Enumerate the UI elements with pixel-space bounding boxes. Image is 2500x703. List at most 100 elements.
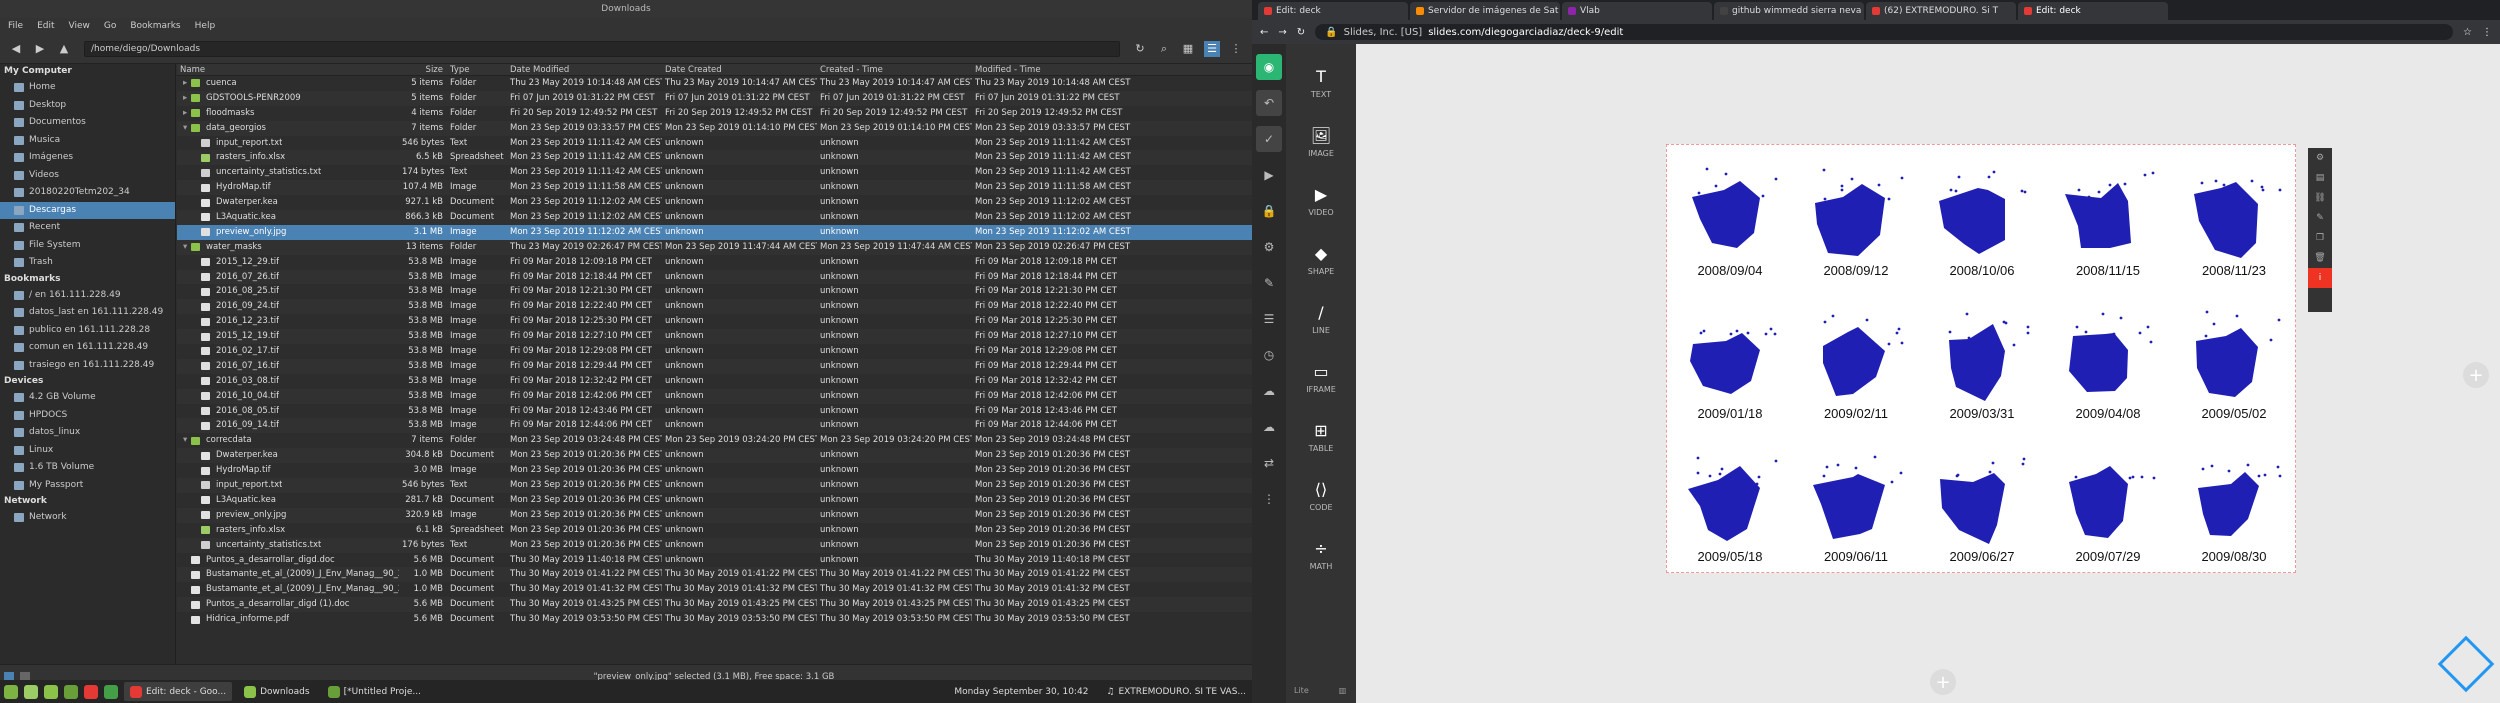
table-row[interactable]: ▾ correcdata 7 items Folder Mon 23 Sep 2019 … xyxy=(177,433,1252,448)
sidebar-item[interactable]: Imágenes xyxy=(0,149,175,167)
up-icon[interactable]: ▲ xyxy=(56,41,72,57)
table-row[interactable]: rasters_info.xlsx 6.5 kB Spreadsheet Mon 23… xyxy=(177,150,1252,166)
settings-icon[interactable]: ⚙ xyxy=(1256,234,1282,260)
settings-icon[interactable]: ⚙ xyxy=(2308,148,2332,168)
browser-tab[interactable]: Vlab xyxy=(1562,2,1712,20)
table-row[interactable]: Dwaterper.kea 304.8 kB Document Mon 23 Sep … xyxy=(177,448,1252,464)
table-row[interactable]: ▾ water_masks 13 items Folder Thu 23 May 201… xyxy=(177,239,1252,255)
style-icon[interactable]: ✎ xyxy=(1256,270,1282,296)
share-icon[interactable]: ⇄ xyxy=(1256,450,1282,476)
browser-tab[interactable]: Servidor de imágenes de Sat xyxy=(1410,2,1560,20)
table-row[interactable]: ▸ floodmasks 4 items Folder Fri 20 Sep 2019 … xyxy=(177,106,1252,121)
files-launcher-icon[interactable] xyxy=(44,684,58,699)
tool-iframe[interactable]: ▭ IFRAME xyxy=(1306,349,1336,408)
rstudio-launcher-icon[interactable] xyxy=(104,684,118,699)
column-header[interactable]: Size xyxy=(399,64,447,75)
sidebar-item[interactable]: 1.6 TB Volume xyxy=(0,459,175,477)
sidebar-item[interactable]: datos_last en 161.111.228.49 xyxy=(0,304,175,322)
sidebar-item[interactable]: / en 161.111.228.49 xyxy=(0,287,175,305)
sidebar-item[interactable]: Recent xyxy=(0,219,175,237)
sidebar-item[interactable]: comun en 161.111.228.49 xyxy=(0,339,175,357)
add-slide-down-icon[interactable]: + xyxy=(1930,669,1956,695)
table-row[interactable]: ▾ data_georgios 7 items Folder Mon 23 Sep 20… xyxy=(177,120,1252,136)
cloud-upload-icon[interactable]: ☁ xyxy=(1256,378,1282,404)
column-header[interactable]: Date Created xyxy=(662,64,817,75)
lock-icon[interactable]: 🔒 xyxy=(1256,198,1282,224)
database-icon[interactable]: ☰ xyxy=(1256,306,1282,332)
reload-icon[interactable]: ↻ xyxy=(1132,41,1148,57)
table-row[interactable]: ▸ cuenca 5 items Folder Thu 23 May 2019 10:1… xyxy=(177,76,1252,91)
table-row[interactable]: 2016_09_24.tif 53.8 MB Image Fri 09 Mar 201… xyxy=(177,299,1252,315)
table-row[interactable]: L3Aquatic.kea 866.3 kB Document Mon 23 Sep … xyxy=(177,210,1252,225)
table-row[interactable]: 2016_02_17.tif 53.8 MB Image Fri 09 Mar 201… xyxy=(177,344,1252,359)
history-icon[interactable]: ◷ xyxy=(1256,342,1282,368)
task-qgis[interactable]: [*Untitled Proje... xyxy=(322,682,427,701)
table-row[interactable]: L3Aquatic.kea 281.7 kB Document Mon 23 Sep … xyxy=(177,493,1252,508)
qgis-launcher-icon[interactable] xyxy=(64,684,78,699)
menu-view[interactable]: View xyxy=(69,18,90,34)
star-icon[interactable]: ☆ xyxy=(2463,27,2472,38)
layer-icon[interactable]: ▤ xyxy=(2308,168,2332,188)
sidebar-item[interactable]: 4.2 GB Volume xyxy=(0,389,175,407)
tool-text[interactable]: T TEXT xyxy=(1311,54,1331,113)
back-icon[interactable]: ◀ xyxy=(8,41,24,57)
table-row[interactable]: 2015_12_29.tif 53.8 MB Image Fri 09 Mar 201… xyxy=(177,255,1252,270)
task-downloads[interactable]: Downloads xyxy=(238,682,315,701)
slide[interactable]: 2008/09/04 2008/09/12 2008/10/06 2008/11/15… xyxy=(1666,144,2296,573)
table-row[interactable]: Bustamante_et_al_(2009)_J_Env_Manag__90_… xyxy=(177,567,1252,583)
show-desktop-icon[interactable] xyxy=(24,684,38,699)
sidebar-item[interactable]: Musica xyxy=(0,132,175,150)
location-bar[interactable]: /home/diego/Downloads xyxy=(84,40,1120,57)
table-row[interactable]: ▸ GDSTOOLS-PENR2009 5 items Folder Fri 07 Ju… xyxy=(177,90,1252,106)
tool-math[interactable]: ÷ MATH xyxy=(1310,526,1333,585)
table-row[interactable]: 2016_07_16.tif 53.8 MB Image Fri 09 Mar 201… xyxy=(177,358,1252,374)
duplicate-icon[interactable]: ❐ xyxy=(2308,228,2332,248)
browser-tab[interactable]: github wimmedd sierra neva xyxy=(1714,2,1864,20)
info-icon[interactable]: i xyxy=(2308,268,2332,288)
music-applet[interactable]: ♫ EXTREMODURO. SI TE VAS... xyxy=(1100,682,1252,701)
table-row[interactable]: 2016_08_25.tif 53.8 MB Image Fri 09 Mar 201… xyxy=(177,284,1252,299)
tool-line[interactable]: / LINE xyxy=(1312,290,1330,349)
menu-help[interactable]: Help xyxy=(195,18,216,34)
table-row[interactable]: Puntos_a_desarrollar_digd.doc 5.6 MB Docum… xyxy=(177,553,1252,568)
slide-panel-icon[interactable]: ▥ xyxy=(1339,686,1347,695)
sidebar-item[interactable]: Videos xyxy=(0,167,175,185)
table-row[interactable]: preview_only.jpg 3.1 MB Image Mon 23 Sep 20… xyxy=(177,224,1252,240)
menu-icon[interactable]: ⋮ xyxy=(2482,27,2492,38)
list-view-icon[interactable]: ☰ xyxy=(1204,40,1220,57)
tool-table[interactable]: ⊞ TABLE xyxy=(1309,408,1334,467)
table-row[interactable]: 2016_03_08.tif 53.8 MB Image Fri 09 Mar 201… xyxy=(177,374,1252,389)
table-row[interactable]: input_report.txt 546 bytes Text Mon 23 Sep … xyxy=(177,478,1252,493)
table-row[interactable]: 2016_07_26.tif 53.8 MB Image Fri 09 Mar 201… xyxy=(177,269,1252,285)
column-header[interactable]: Created - Time xyxy=(817,64,972,75)
style-icon[interactable]: ✎ xyxy=(2308,208,2332,228)
column-header[interactable]: Modified - Time xyxy=(972,64,1152,75)
tool-code[interactable]: ⟨⟩ CODE xyxy=(1309,467,1332,526)
browser-tab[interactable]: (62) EXTREMODURO. Si T xyxy=(1866,2,2016,20)
sidebar-item[interactable]: My Passport xyxy=(0,477,175,495)
table-row[interactable]: Bustamante_et_al_(2009)_J_Env_Manag__90_… xyxy=(177,582,1252,597)
sidebar-item[interactable]: Network xyxy=(0,509,175,527)
sidebar-item[interactable]: Descargas xyxy=(0,201,175,219)
search-icon[interactable]: ⌕ xyxy=(1156,41,1172,57)
sidebar-item[interactable]: datos_linux xyxy=(0,424,175,442)
column-header[interactable]: Type xyxy=(447,64,507,75)
sidebar-item[interactable]: Linux xyxy=(0,442,175,460)
table-row[interactable]: 2016_09_14.tif 53.8 MB Image Fri 09 Mar 201… xyxy=(177,418,1252,434)
more-icon[interactable]: ⋮ xyxy=(1256,486,1282,512)
menu-icon[interactable] xyxy=(4,684,18,699)
tool-video[interactable]: ▶ VIDEO xyxy=(1308,172,1333,231)
table-row[interactable]: Dwaterper.kea 927.1 kB Document Mon 23 Sep … xyxy=(177,195,1252,210)
navigation-arrows-icon[interactable] xyxy=(2437,635,2495,693)
chrome-launcher-icon[interactable] xyxy=(84,684,98,699)
cloud-download-icon[interactable]: ☁ xyxy=(1256,414,1282,440)
table-row[interactable]: Puntos_a_desarrollar_digd (1).doc 5.6 MB D… xyxy=(177,597,1252,613)
sidebar-item[interactable]: File System xyxy=(0,237,175,255)
menu-edit[interactable]: Edit xyxy=(37,18,54,34)
menu-bookmarks[interactable]: Bookmarks xyxy=(130,18,180,34)
reload-icon[interactable]: ↻ xyxy=(1297,27,1305,38)
undo-icon[interactable]: ↶ xyxy=(1256,90,1282,116)
sidebar-item[interactable]: Documentos xyxy=(0,114,175,132)
menu-go[interactable]: Go xyxy=(104,18,116,34)
tool-image[interactable]: 🖼 IMAGE xyxy=(1308,113,1334,172)
